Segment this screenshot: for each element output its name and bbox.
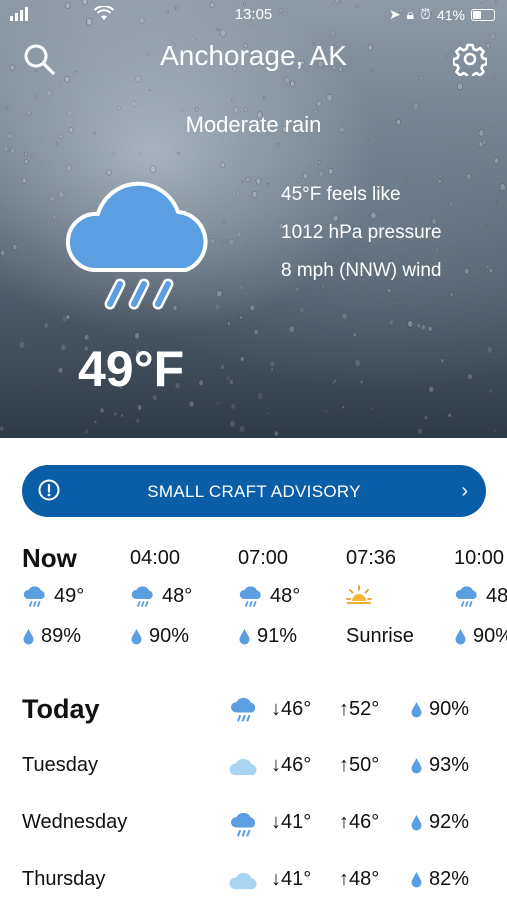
chevron-right-icon: › — [461, 480, 468, 502]
day-low: ↓46° — [271, 754, 312, 776]
hour-time: 10:00 — [454, 547, 505, 569]
precip-drop-icon — [239, 628, 250, 644]
condition-text: Moderate rain — [185, 112, 322, 137]
hour-time: 04:00 — [130, 547, 181, 569]
status-right: ➤ 🔒︎ ⏰︎ 41% — [389, 6, 495, 23]
day-row[interactable]: Wednesday ↓41° ↑46° 92% — [0, 799, 507, 849]
gear-icon[interactable] — [451, 42, 488, 80]
rain-cloud-icon — [64, 172, 216, 322]
day-low: ↓46° — [271, 698, 312, 720]
alarm-icon: ⏰︎ — [420, 6, 431, 22]
hour-item: Now 49° 89% — [22, 540, 130, 656]
lock-icon: 🔒︎ — [406, 6, 415, 22]
advisory-label: SMALL CRAFT ADVISORY — [147, 482, 361, 501]
hour-time: 07:36 — [346, 547, 397, 569]
hour-precip: 91% — [257, 624, 298, 647]
precip-drop-icon — [131, 628, 142, 644]
hour-item: 04:00 48° 90% — [130, 540, 238, 656]
battery-percent: 41% — [436, 6, 465, 23]
precip-drop-icon — [411, 758, 422, 774]
day-row[interactable]: Today ↓46° ↑52° 90% — [0, 684, 507, 734]
hour-temp: 49° — [54, 584, 85, 607]
sunrise-icon — [346, 585, 372, 604]
day-precip-group: 82% — [410, 868, 469, 891]
rain-cloud-icon — [131, 586, 153, 607]
pressure: 1012 hPa pressure — [281, 222, 442, 243]
hourly-forecast[interactable]: Now 49° 89% 04:00 48° 90% 07:00 48° 91% — [0, 540, 507, 670]
precip-drop-icon — [455, 628, 466, 644]
hour-precip: 90% — [473, 624, 507, 647]
feels-like: 45°F feels like — [281, 184, 401, 205]
battery-icon — [471, 8, 495, 21]
rain-cloud-icon — [23, 586, 45, 607]
hour-time: Now — [22, 543, 77, 573]
hour-temp: 48° — [162, 584, 193, 607]
day-precip: 93% — [429, 754, 470, 776]
day-high: ↑46° — [339, 811, 380, 833]
hour-item: 07:36 Sunrise — [346, 540, 454, 656]
hour-item: 07:00 48° 91% — [238, 540, 346, 656]
day-name: Today — [22, 694, 100, 724]
location-arrow-icon: ➤ — [388, 6, 401, 22]
day-name: Wednesday — [22, 811, 128, 833]
precip-drop-icon — [23, 628, 34, 644]
advisory-banner[interactable]: SMALL CRAFT ADVISORY › — [22, 465, 486, 517]
hour-temp: 48° — [270, 584, 301, 607]
cloud-icon — [229, 872, 257, 890]
rain-cloud-icon — [231, 812, 256, 837]
city-title: Anchorage, AK — [160, 40, 347, 71]
hour-precip: 90% — [149, 624, 190, 647]
day-low: ↓41° — [271, 868, 312, 890]
cloud-icon — [229, 758, 257, 776]
hour-item: 10:00 48° 90% — [454, 540, 507, 656]
rain-cloud-icon — [231, 697, 256, 722]
day-precip: 92% — [429, 811, 470, 833]
day-precip: 82% — [429, 868, 470, 890]
wind: 8 mph (NNW) wind — [281, 260, 442, 281]
status-bar: 13:05 ➤ 🔒︎ ⏰︎ 41% — [0, 0, 507, 30]
hour-temp: 48° — [486, 584, 507, 607]
day-name: Tuesday — [22, 754, 98, 776]
day-precip-group: 90% — [410, 698, 469, 721]
day-precip: 90% — [429, 698, 470, 720]
day-row[interactable]: Thursday ↓41° ↑48° 82% — [0, 856, 507, 906]
day-row[interactable]: Tuesday ↓46° ↑50° 93% — [0, 742, 507, 792]
current-temperature: 49°F — [78, 341, 185, 397]
day-low: ↓41° — [271, 811, 312, 833]
day-high: ↑50° — [339, 754, 380, 776]
hour-precip: 89% — [41, 624, 82, 647]
weather-hero: 13:05 ➤ 🔒︎ ⏰︎ 41% Anchorage, AK Moderate… — [0, 0, 507, 438]
day-high: ↑52° — [339, 698, 380, 720]
precip-drop-icon — [411, 872, 422, 888]
sunrise-label: Sunrise — [346, 624, 414, 647]
day-name: Thursday — [22, 868, 106, 890]
day-high: ↑48° — [339, 868, 380, 890]
rain-cloud-icon — [455, 586, 477, 607]
rain-cloud-icon — [239, 586, 261, 607]
hour-time: 07:00 — [238, 547, 289, 569]
precip-drop-icon — [411, 815, 422, 831]
day-precip-group: 93% — [410, 754, 469, 777]
day-precip-group: 92% — [410, 811, 469, 834]
current-details: 45°F feels like 1012 hPa pressure 8 mph … — [281, 176, 442, 290]
precip-drop-icon — [411, 702, 422, 718]
